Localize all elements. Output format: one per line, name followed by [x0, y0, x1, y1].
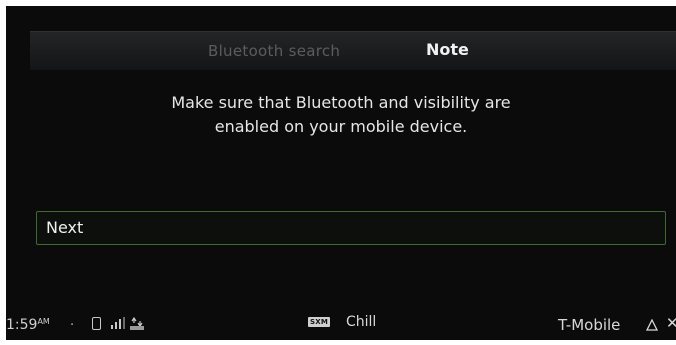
note-message-line-1: Make sure that Bluetooth and visibility … [171, 93, 511, 112]
signal-strength-icon [111, 317, 125, 329]
phone-icon [92, 317, 101, 330]
clock: 1:59AM [6, 317, 50, 333]
tab-bluetooth-search[interactable]: Bluetooth search [208, 42, 340, 60]
status-bar: 1:59AM . SXM Chill T-Mobile ✕ [6, 308, 676, 340]
infotainment-screen: Bluetooth search Note Make sure that Blu… [6, 6, 676, 340]
header-bar: Bluetooth search Note [30, 31, 676, 70]
clock-ampm: AM [37, 317, 50, 326]
note-message-line-2: enabled on your mobile device. [214, 117, 468, 136]
carrier-name: T-Mobile [558, 316, 621, 334]
note-message: Make sure that Bluetooth and visibility … [6, 91, 676, 139]
clock-time: 1:59 [6, 317, 38, 333]
status-separator: . [70, 314, 75, 329]
radio-station[interactable]: Chill [346, 314, 376, 330]
tab-note[interactable]: Note [426, 40, 469, 59]
navigation-arrow-icon [646, 319, 658, 331]
next-button-label: Next [46, 218, 84, 237]
lte-icon [130, 317, 144, 330]
next-button[interactable]: Next [36, 211, 666, 245]
sxm-badge: SXM [308, 317, 331, 327]
close-icon[interactable]: ✕ [666, 314, 676, 332]
